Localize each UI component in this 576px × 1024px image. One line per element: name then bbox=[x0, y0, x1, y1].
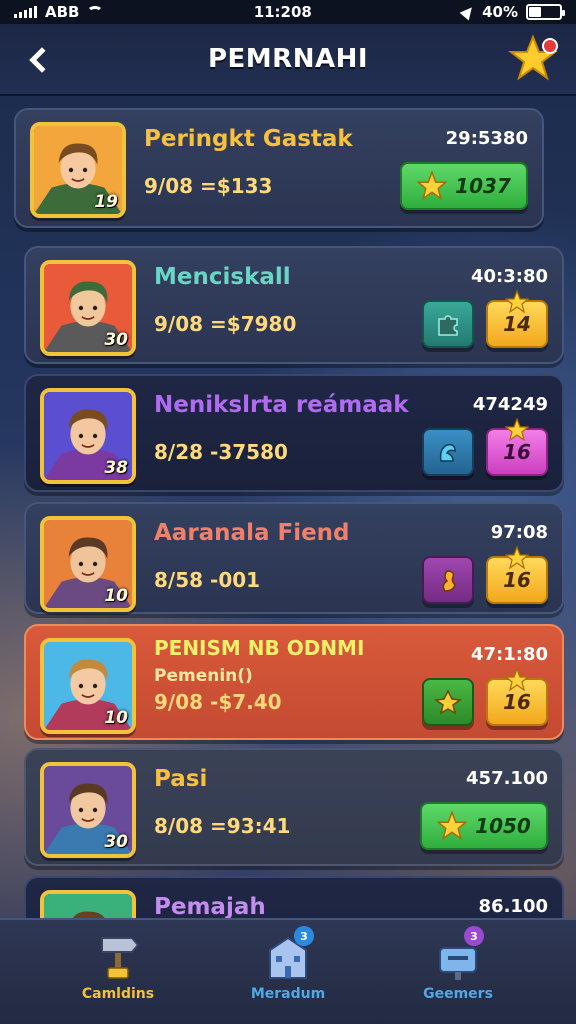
player-level: 38 bbox=[104, 458, 128, 478]
nav-badge: 3 bbox=[294, 926, 314, 946]
nav-item-building[interactable]: 3 Meradum bbox=[228, 926, 348, 1024]
nav-item-mailbox[interactable]: 3 Geemers bbox=[398, 926, 518, 1024]
building-icon: 3 bbox=[260, 926, 316, 984]
player-level: 10 bbox=[104, 708, 128, 728]
reward-button[interactable]: 1037 bbox=[400, 162, 528, 210]
reward-button[interactable]: 16 bbox=[486, 418, 548, 476]
reward-button[interactable]: 16 bbox=[486, 546, 548, 604]
nav-badge: 3 bbox=[464, 926, 484, 946]
star-icon bbox=[437, 811, 468, 841]
mailbox-icon: 3 bbox=[430, 926, 486, 984]
leaderboard-row[interactable]: 19 Peringkt Gastak 9/08 =$133 29:5380 1037 bbox=[14, 108, 544, 228]
nav-item-signpost[interactable]: Camldins bbox=[58, 928, 178, 1024]
player-level: 30 bbox=[104, 832, 128, 852]
leaf-icon bbox=[433, 687, 463, 717]
clock: 11:208 bbox=[253, 3, 312, 21]
player-subtitle: Pemenin() bbox=[154, 666, 253, 686]
signpost-icon bbox=[90, 928, 146, 984]
leaderboard-row[interactable]: 10 Aaranala Fiend 8/58 -001 97:08 16 bbox=[24, 502, 564, 614]
reward-button[interactable]: 14 bbox=[486, 290, 548, 348]
player-name: Pemajah bbox=[154, 894, 266, 920]
status-bar: ABB 11:208 40% bbox=[0, 0, 576, 24]
player-avatar[interactable]: 10 bbox=[40, 516, 136, 612]
reward-value: 16 bbox=[503, 568, 531, 592]
item-button[interactable] bbox=[422, 678, 474, 726]
bottom-navigation: Camldins 3 Meradum 3 Geemers bbox=[0, 918, 576, 1024]
player-name: Menciskall bbox=[154, 264, 291, 290]
reward-value: 16 bbox=[503, 440, 531, 464]
nav-label: Geemers bbox=[423, 986, 493, 1002]
star-icon bbox=[505, 418, 529, 442]
notification-badge bbox=[542, 38, 558, 54]
header-bar: PEMRNAHI bbox=[0, 24, 576, 96]
location-icon bbox=[459, 3, 477, 21]
star-icon bbox=[505, 546, 529, 570]
entry-time: 86.100 bbox=[478, 896, 548, 917]
back-button[interactable] bbox=[18, 40, 58, 80]
star-icon bbox=[505, 668, 529, 692]
nav-label: Meradum bbox=[250, 986, 326, 1002]
entry-time: 457.100 bbox=[466, 768, 548, 789]
item-button[interactable] bbox=[422, 300, 474, 348]
player-avatar[interactable]: 19 bbox=[30, 122, 126, 218]
dragon-icon bbox=[433, 437, 463, 467]
player-avatar[interactable]: 38 bbox=[40, 388, 136, 484]
player-avatar[interactable]: 30 bbox=[40, 260, 136, 356]
reward-value: 16 bbox=[503, 690, 531, 714]
reward-value: 14 bbox=[503, 312, 531, 336]
player-score: 9/08 =$7980 bbox=[154, 312, 297, 336]
player-level: 30 bbox=[104, 330, 128, 350]
entry-time: 40:3:80 bbox=[470, 266, 548, 287]
player-score: 9/08 =$133 bbox=[144, 174, 273, 198]
seahorse-icon bbox=[433, 565, 463, 595]
chevron-left-icon bbox=[29, 47, 55, 73]
page-title: PEMRNAHI bbox=[207, 44, 369, 74]
player-level: 19 bbox=[94, 192, 118, 212]
leaderboard-row[interactable]: 30 Pasi 8/08 =93:41 457.100 1050 bbox=[24, 748, 564, 866]
player-level: 10 bbox=[104, 586, 128, 606]
signal-icon bbox=[14, 6, 37, 18]
player-name: Nenikslrta reámaak bbox=[154, 392, 409, 418]
item-button[interactable] bbox=[422, 428, 474, 476]
nav-label: Camldins bbox=[81, 986, 155, 1002]
star-icon bbox=[417, 171, 448, 201]
player-name: Peringkt Gastak bbox=[144, 126, 353, 152]
player-score: 8/08 =93:41 bbox=[154, 814, 291, 838]
reward-button[interactable]: 1050 bbox=[420, 802, 548, 850]
player-score: 8/28 -37580 bbox=[154, 440, 288, 464]
reward-value: 1037 bbox=[455, 174, 511, 198]
leaderboard-row[interactable]: 10 PENISM NB ODNMI Pemenin() 9/08 -$7.40 47:… bbox=[24, 624, 564, 740]
favorites-button[interactable] bbox=[508, 34, 558, 84]
player-name: PENISM NB ODNMI bbox=[154, 636, 365, 660]
player-avatar[interactable]: 10 bbox=[40, 638, 136, 734]
wifi-icon bbox=[87, 6, 104, 18]
player-name: Pasi bbox=[154, 766, 208, 792]
leaderboard-row[interactable]: 30 Menciskall 9/08 =$7980 40:3:80 14 bbox=[24, 246, 564, 364]
reward-value: 1050 bbox=[475, 814, 531, 838]
item-button[interactable] bbox=[422, 556, 474, 604]
battery-icon bbox=[525, 4, 565, 20]
reward-button[interactable]: 16 bbox=[486, 668, 548, 726]
carrier-label: ABB bbox=[45, 3, 80, 21]
entry-time: 29:5380 bbox=[445, 128, 528, 149]
entry-time: 47:1:80 bbox=[470, 644, 548, 665]
battery-percent: 40% bbox=[482, 3, 518, 21]
player-score: 8/58 -001 bbox=[154, 568, 261, 592]
leaderboard-row[interactable]: 38 Nenikslrta reámaak 8/28 -37580 474249 16 bbox=[24, 374, 564, 492]
entry-time: 474249 bbox=[472, 394, 548, 415]
player-avatar[interactable]: 30 bbox=[40, 762, 136, 858]
entry-time: 97:08 bbox=[490, 522, 548, 543]
player-name: Aaranala Fiend bbox=[154, 520, 350, 546]
player-score: 9/08 -$7.40 bbox=[154, 690, 282, 714]
puzzle-icon bbox=[433, 309, 463, 339]
star-icon bbox=[505, 290, 529, 314]
